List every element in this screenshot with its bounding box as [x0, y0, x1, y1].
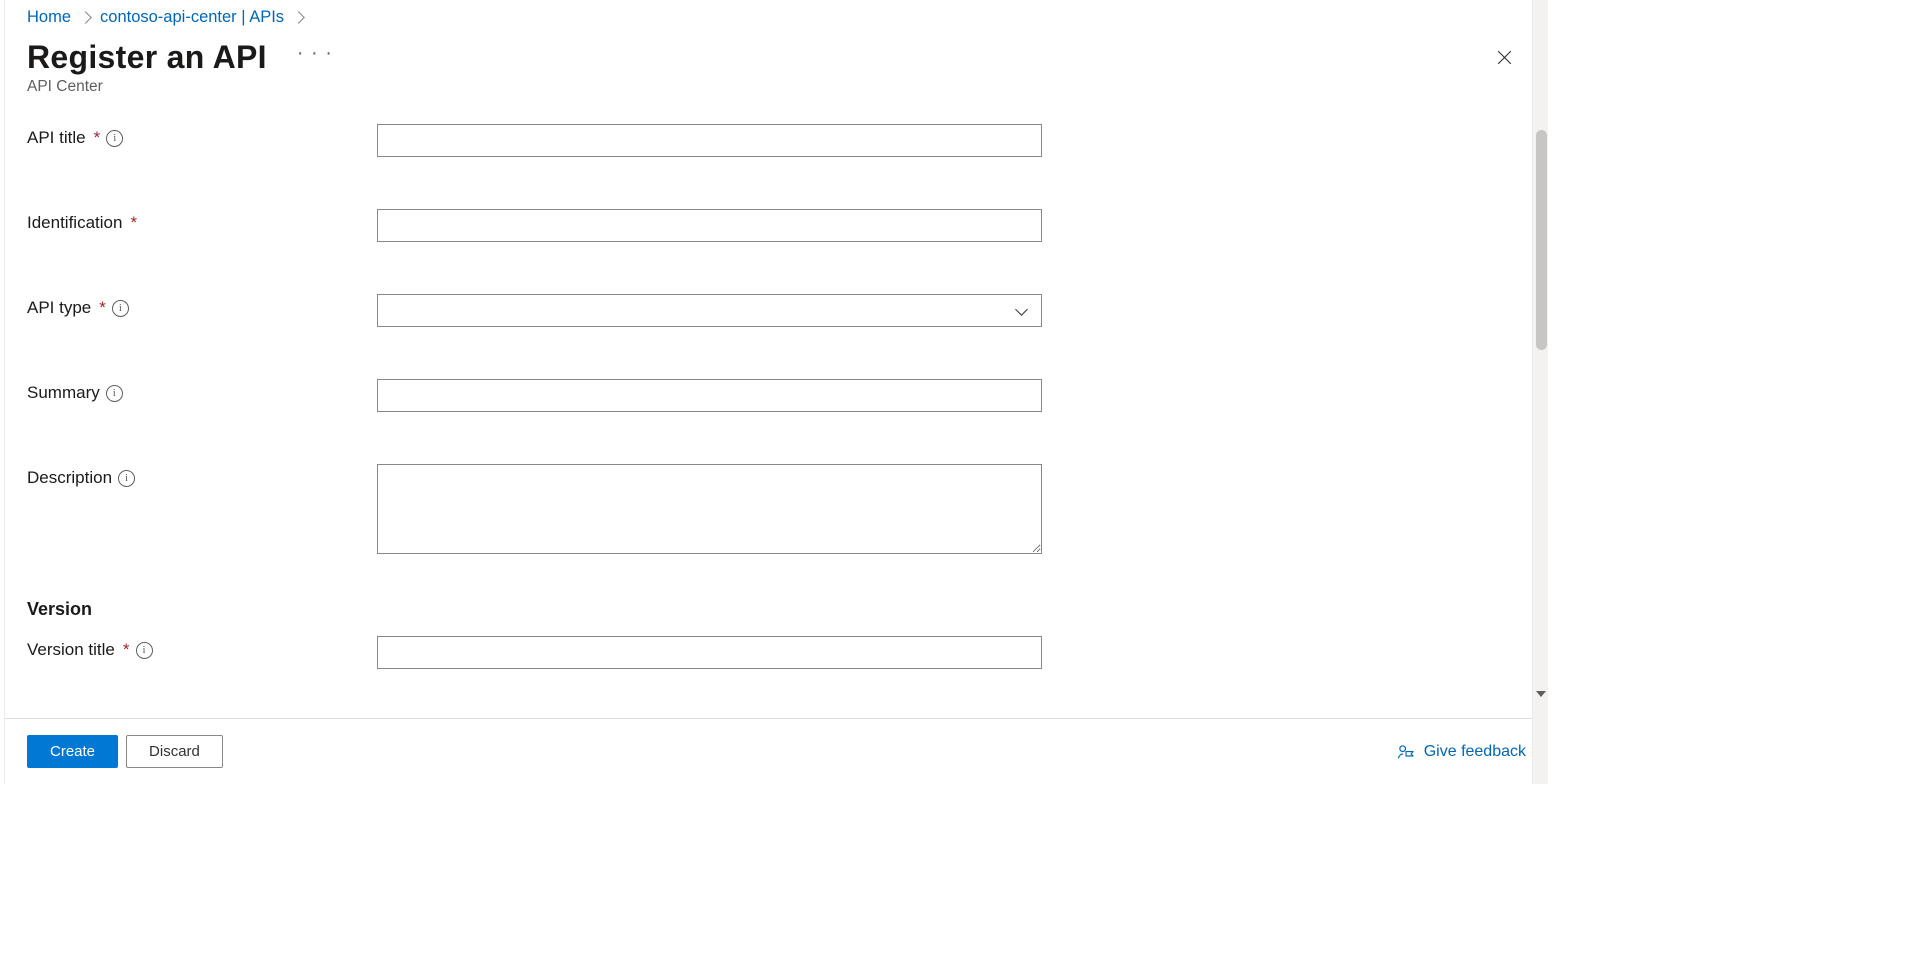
required-indicator: *	[123, 640, 130, 660]
create-button[interactable]: Create	[27, 735, 118, 768]
description-label: Description	[27, 464, 377, 488]
page-title: Register an API	[27, 39, 267, 76]
required-indicator: *	[130, 213, 137, 233]
api-title-label: API title*	[27, 124, 377, 148]
info-icon[interactable]	[106, 130, 123, 147]
chevron-right-icon	[79, 11, 92, 24]
footer: Create Discard Give feedback	[5, 718, 1548, 784]
identification-input[interactable]	[377, 209, 1042, 242]
scroll-down-arrow-icon	[1536, 691, 1546, 697]
required-indicator: *	[94, 128, 101, 148]
info-icon[interactable]	[106, 385, 123, 402]
info-icon[interactable]	[118, 470, 135, 487]
scroll-thumb[interactable]	[1536, 130, 1547, 350]
info-icon[interactable]	[112, 300, 129, 317]
version-title-label: Version title*	[27, 636, 377, 660]
chevron-right-icon	[292, 11, 305, 24]
feedback-icon	[1396, 742, 1416, 762]
info-icon[interactable]	[136, 642, 153, 659]
page-subtitle: API Center	[5, 78, 1548, 110]
description-textarea[interactable]	[377, 464, 1042, 554]
close-icon	[1495, 48, 1514, 67]
api-type-label: API type*	[27, 294, 377, 318]
chevron-down-icon	[1015, 303, 1028, 316]
version-section-heading: Version	[27, 599, 1526, 620]
required-indicator: *	[99, 298, 106, 318]
breadcrumb: Home contoso-api-center | APIs	[5, 0, 1548, 29]
api-title-input[interactable]	[377, 124, 1042, 157]
give-feedback-button[interactable]: Give feedback	[1396, 742, 1526, 762]
breadcrumb-home[interactable]: Home	[27, 8, 71, 27]
discard-button[interactable]: Discard	[126, 735, 223, 768]
api-type-select[interactable]	[377, 294, 1042, 327]
identification-label: Identification*	[27, 209, 377, 233]
page-header: Register an API · · ·	[5, 29, 1548, 78]
form-content: API title* Identification* API type*	[5, 110, 1548, 718]
feedback-label: Give feedback	[1424, 743, 1526, 761]
vertical-scrollbar[interactable]	[1532, 0, 1548, 784]
summary-input[interactable]	[377, 379, 1042, 412]
version-title-input[interactable]	[377, 636, 1042, 669]
more-actions-button[interactable]: · · ·	[293, 48, 337, 68]
summary-label: Summary	[27, 379, 377, 403]
breadcrumb-api-center[interactable]: contoso-api-center | APIs	[100, 8, 284, 27]
close-button[interactable]	[1486, 39, 1522, 75]
